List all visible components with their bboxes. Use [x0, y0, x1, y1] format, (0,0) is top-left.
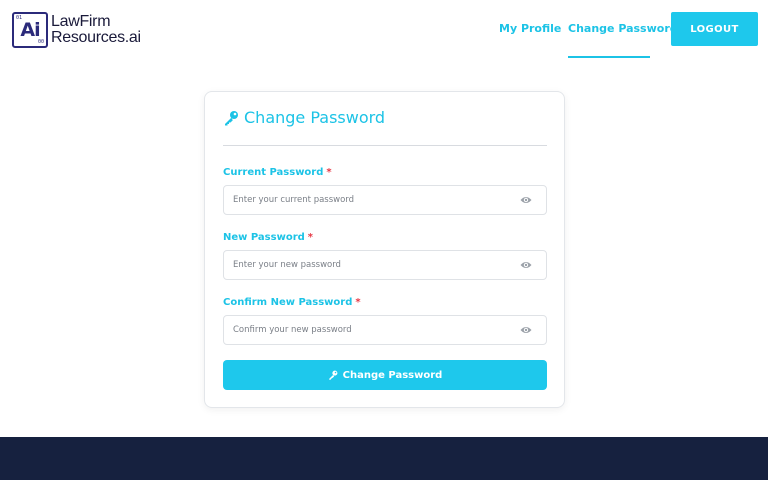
- submit-button-label: Change Password: [342, 369, 443, 381]
- current-password-label-text: Current Password: [223, 167, 324, 178]
- eye-icon[interactable]: [520, 325, 532, 335]
- main-nav: My Profile Change Password LOGOUT: [0, 0, 768, 60]
- confirm-password-input[interactable]: [224, 316, 514, 344]
- card-title-text: Change Password: [244, 108, 386, 127]
- required-asterisk: *: [355, 297, 361, 308]
- footer: [0, 437, 768, 480]
- change-password-submit-button[interactable]: Change Password: [223, 360, 547, 390]
- confirm-password-label: Confirm New Password *: [223, 297, 361, 308]
- nav-my-profile-link[interactable]: My Profile: [499, 22, 561, 35]
- change-password-card: Change Password Current Password * New Pa…: [204, 91, 565, 408]
- current-password-label: Current Password *: [223, 167, 332, 178]
- current-password-input[interactable]: [224, 186, 514, 214]
- new-password-label-text: New Password: [223, 232, 305, 243]
- header: 01 Ai 00 LawFirm Resources.ai My Profile…: [0, 0, 768, 60]
- card-title: Change Password: [223, 108, 385, 127]
- required-asterisk: *: [307, 232, 314, 243]
- key-icon: [328, 370, 338, 380]
- eye-icon[interactable]: [520, 195, 532, 205]
- confirm-password-label-text: Confirm New Password: [223, 297, 353, 308]
- nav-change-password-link[interactable]: Change Password: [568, 22, 678, 35]
- active-nav-indicator: [568, 56, 650, 58]
- key-icon: [225, 110, 238, 125]
- new-password-input[interactable]: [224, 251, 514, 279]
- title-divider: [223, 145, 547, 146]
- confirm-password-field: [223, 315, 547, 345]
- current-password-field: [223, 185, 547, 215]
- logout-button[interactable]: LOGOUT: [671, 12, 758, 46]
- new-password-label: New Password *: [223, 232, 313, 243]
- new-password-field: [223, 250, 547, 280]
- eye-icon[interactable]: [520, 260, 532, 270]
- required-asterisk: *: [326, 167, 332, 178]
